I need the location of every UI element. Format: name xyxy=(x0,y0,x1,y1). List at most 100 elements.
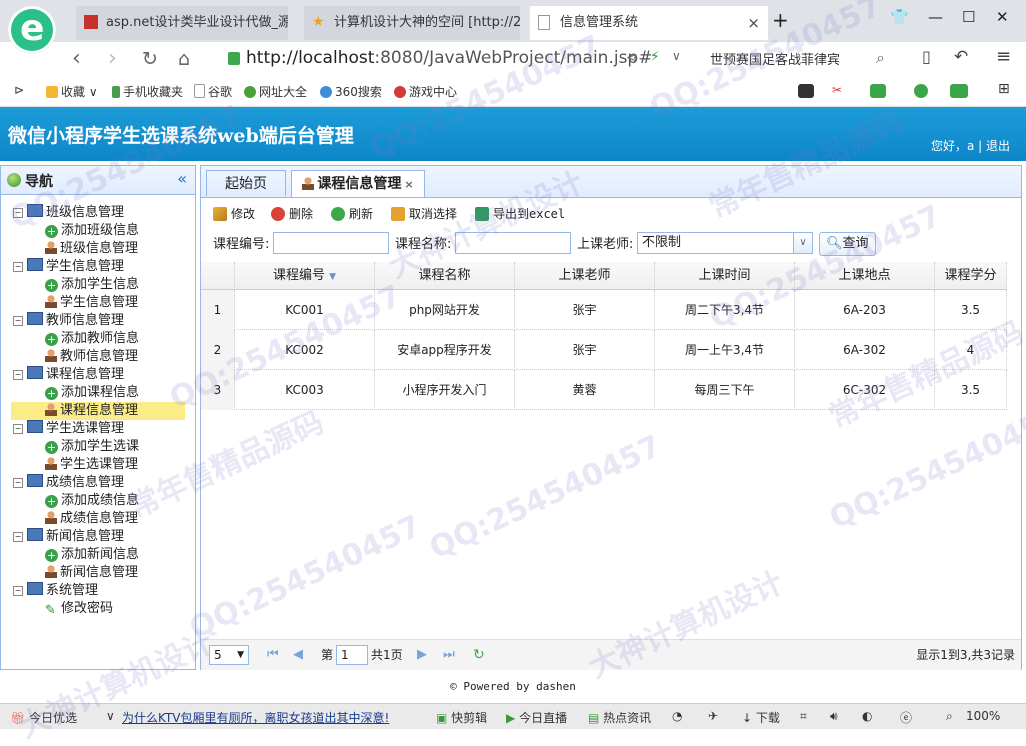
bookmark-item[interactable]: 收藏 ∨ xyxy=(46,83,98,100)
page-size-select[interactable]: 5 ▼ xyxy=(209,645,249,665)
column-header[interactable]: 上课时间 xyxy=(655,262,795,290)
last-page-icon[interactable]: ⏭ xyxy=(443,645,455,665)
sidebar-group[interactable]: − 系统管理 xyxy=(13,582,98,600)
shield-icon[interactable] xyxy=(914,84,928,98)
live-item[interactable]: ▶ 今日直播 xyxy=(506,709,567,726)
news-link[interactable]: 为什么KTV包厢里有厕所，离职女孩道出其中深意! xyxy=(122,709,389,726)
chevron-down-icon[interactable]: ∨ xyxy=(672,49,681,63)
maximize-icon[interactable]: ☐ xyxy=(962,8,975,26)
collapse-toggle-icon[interactable]: − xyxy=(13,532,23,542)
lightning-icon[interactable]: ⚡ xyxy=(650,49,660,65)
search-suggestion[interactable]: 世预赛国足客战菲律宾 xyxy=(710,49,840,68)
quick-edit-item[interactable]: ▣ 快剪辑 xyxy=(436,709,487,726)
grid-apps-icon[interactable]: ⊞ xyxy=(998,81,1010,97)
collapse-toggle-icon[interactable]: − xyxy=(13,424,23,434)
teacher-select[interactable]: 不限制 ∨ xyxy=(637,232,813,254)
edit-button[interactable]: 修改 xyxy=(213,202,255,226)
close-window-icon[interactable]: ✕ xyxy=(996,8,1009,26)
bookmark-item[interactable]: 谷歌 xyxy=(194,83,232,100)
export-excel-button[interactable]: 导出到excel xyxy=(475,202,565,226)
browser-tab[interactable]: asp.net设计类毕业设计代做_源 xyxy=(76,6,288,40)
reload-icon[interactable]: ↻ xyxy=(142,48,158,70)
query-button[interactable]: 🔍︎查询 xyxy=(819,232,876,256)
extension-icon[interactable] xyxy=(870,84,886,98)
refresh-button[interactable]: 刷新 xyxy=(331,202,373,226)
sidebar-item[interactable]: + 添加学生信息 xyxy=(11,276,185,294)
download-item[interactable]: ↓ 下载 xyxy=(742,709,780,726)
sidebar-item[interactable]: 班级信息管理 xyxy=(11,240,185,258)
column-header[interactable]: 课程编号 ▼ xyxy=(235,262,375,290)
bookmark-item[interactable]: 360搜索 xyxy=(320,83,382,100)
column-header[interactable]: 课程学分 xyxy=(935,262,1007,290)
hot-news-item[interactable]: ▤ 热点资讯 xyxy=(588,709,651,726)
sidebar-item[interactable]: + 添加新闻信息 xyxy=(11,546,185,564)
sidebar-group[interactable]: − 班级信息管理 xyxy=(13,204,124,222)
sidebar-item[interactable]: 学生选课管理 xyxy=(11,456,185,474)
reload-icon[interactable]: ↻ xyxy=(473,645,485,665)
zoom-icon[interactable]: ⌕ xyxy=(946,709,953,724)
bookmark-item[interactable]: 网址大全 xyxy=(244,83,307,100)
sidebar-item[interactable]: 新闻信息管理 xyxy=(11,564,185,582)
minimize-icon[interactable]: — xyxy=(928,8,943,26)
browser-tab-active[interactable]: 信息管理系统 × xyxy=(530,6,768,40)
chevron-down-icon[interactable]: ∨ xyxy=(793,233,812,253)
bookmark-item[interactable]: 游戏中心 xyxy=(394,83,457,100)
game-controller-icon[interactable] xyxy=(950,84,968,98)
tab-course-management[interactable]: 课程信息管理 × xyxy=(291,170,425,197)
sound-icon[interactable]: 🔊︎ xyxy=(830,709,838,724)
collapse-toggle-icon[interactable]: − xyxy=(13,262,23,272)
page-number-input[interactable]: 1 xyxy=(336,645,368,665)
undo-icon[interactable]: ↶ xyxy=(954,47,968,67)
sidebar-group[interactable]: − 教师信息管理 xyxy=(13,312,124,330)
skin-icon[interactable]: 👕 xyxy=(890,8,909,26)
first-page-icon[interactable]: ⏮ xyxy=(267,645,279,665)
welcome-logout[interactable]: 您好，a | 退出 xyxy=(931,137,1010,154)
collapse-toggle-icon[interactable]: − xyxy=(13,586,23,596)
pin-icon[interactable]: ✈ xyxy=(708,709,718,723)
extension-icon[interactable] xyxy=(798,84,814,98)
news-label[interactable]: 🎁︎ 今日优选 xyxy=(10,709,77,726)
sidebar-item[interactable]: 学生信息管理 xyxy=(11,294,185,312)
next-page-icon[interactable]: ▶ xyxy=(417,645,427,665)
sidebar-item[interactable]: ✎ 修改密码 xyxy=(11,600,185,618)
prev-page-icon[interactable]: ◀ xyxy=(293,645,303,665)
sidebar-group[interactable]: − 学生信息管理 xyxy=(13,258,124,276)
column-header[interactable]: 上课老师 xyxy=(515,262,655,290)
home-icon[interactable]: ⌂ xyxy=(178,48,190,70)
forward-arrow-icon[interactable]: › xyxy=(108,46,117,71)
sidebar-item[interactable]: 教师信息管理 xyxy=(11,348,185,366)
table-row[interactable]: 3 KC003 小程序开发入门 黄蓉 每周三下午 6C-302 3.5 xyxy=(201,370,1007,410)
sidebar-group[interactable]: − 学生选课管理 xyxy=(13,420,124,438)
sidebar-item[interactable]: 成绩信息管理 xyxy=(11,510,185,528)
collapse-icon[interactable]: « xyxy=(177,169,187,188)
speed-icon[interactable]: ◔ xyxy=(672,709,682,723)
sidebar-item[interactable]: + 添加班级信息 xyxy=(11,222,185,240)
table-row[interactable]: 1 KC001 php网站开发 张宇 周二下午3,4节 6A-203 3.5 xyxy=(201,290,1007,330)
tab-home[interactable]: 起始页 xyxy=(206,170,286,196)
column-header[interactable]: 课程名称 xyxy=(375,262,515,290)
share-icon[interactable]: ⋖ xyxy=(626,50,638,66)
sidebar-group[interactable]: − 新闻信息管理 xyxy=(13,528,124,546)
course-name-input[interactable] xyxy=(455,232,571,254)
delete-button[interactable]: 删除 xyxy=(271,202,313,226)
sidebar-toggle-icon[interactable]: ⊳ xyxy=(14,83,24,97)
sidebar-group[interactable]: − 成绩信息管理 xyxy=(13,474,124,492)
sidebar-item[interactable]: + 添加成绩信息 xyxy=(11,492,185,510)
close-tab-icon[interactable]: × xyxy=(747,6,760,40)
sidebar-item[interactable]: + 添加课程信息 xyxy=(11,384,185,402)
collapse-toggle-icon[interactable]: − xyxy=(13,478,23,488)
collapse-toggle-icon[interactable]: − xyxy=(13,370,23,380)
course-no-input[interactable] xyxy=(273,232,389,254)
chevron-down-icon[interactable]: ∨ xyxy=(106,709,115,723)
sidebar-item[interactable]: + 添加教师信息 xyxy=(11,330,185,348)
close-tab-icon[interactable]: × xyxy=(404,178,413,191)
collapse-toggle-icon[interactable]: − xyxy=(13,208,23,218)
table-row[interactable]: 2 KC002 安卓app程序开发 张宇 周一上午3,4节 6A-302 4 xyxy=(201,330,1007,370)
crop-icon[interactable]: ⌗ xyxy=(800,709,807,724)
new-tab-button[interactable]: + xyxy=(772,8,789,32)
browser-tab[interactable]: ★ 计算机设计大神的空间 [http://2 xyxy=(304,6,520,40)
scissors-icon[interactable]: ✂ xyxy=(832,83,842,97)
back-arrow-icon[interactable]: ‹ xyxy=(72,46,81,71)
column-header[interactable]: 上课地点 xyxy=(795,262,935,290)
sidebar-group[interactable]: − 课程信息管理 xyxy=(13,366,124,384)
